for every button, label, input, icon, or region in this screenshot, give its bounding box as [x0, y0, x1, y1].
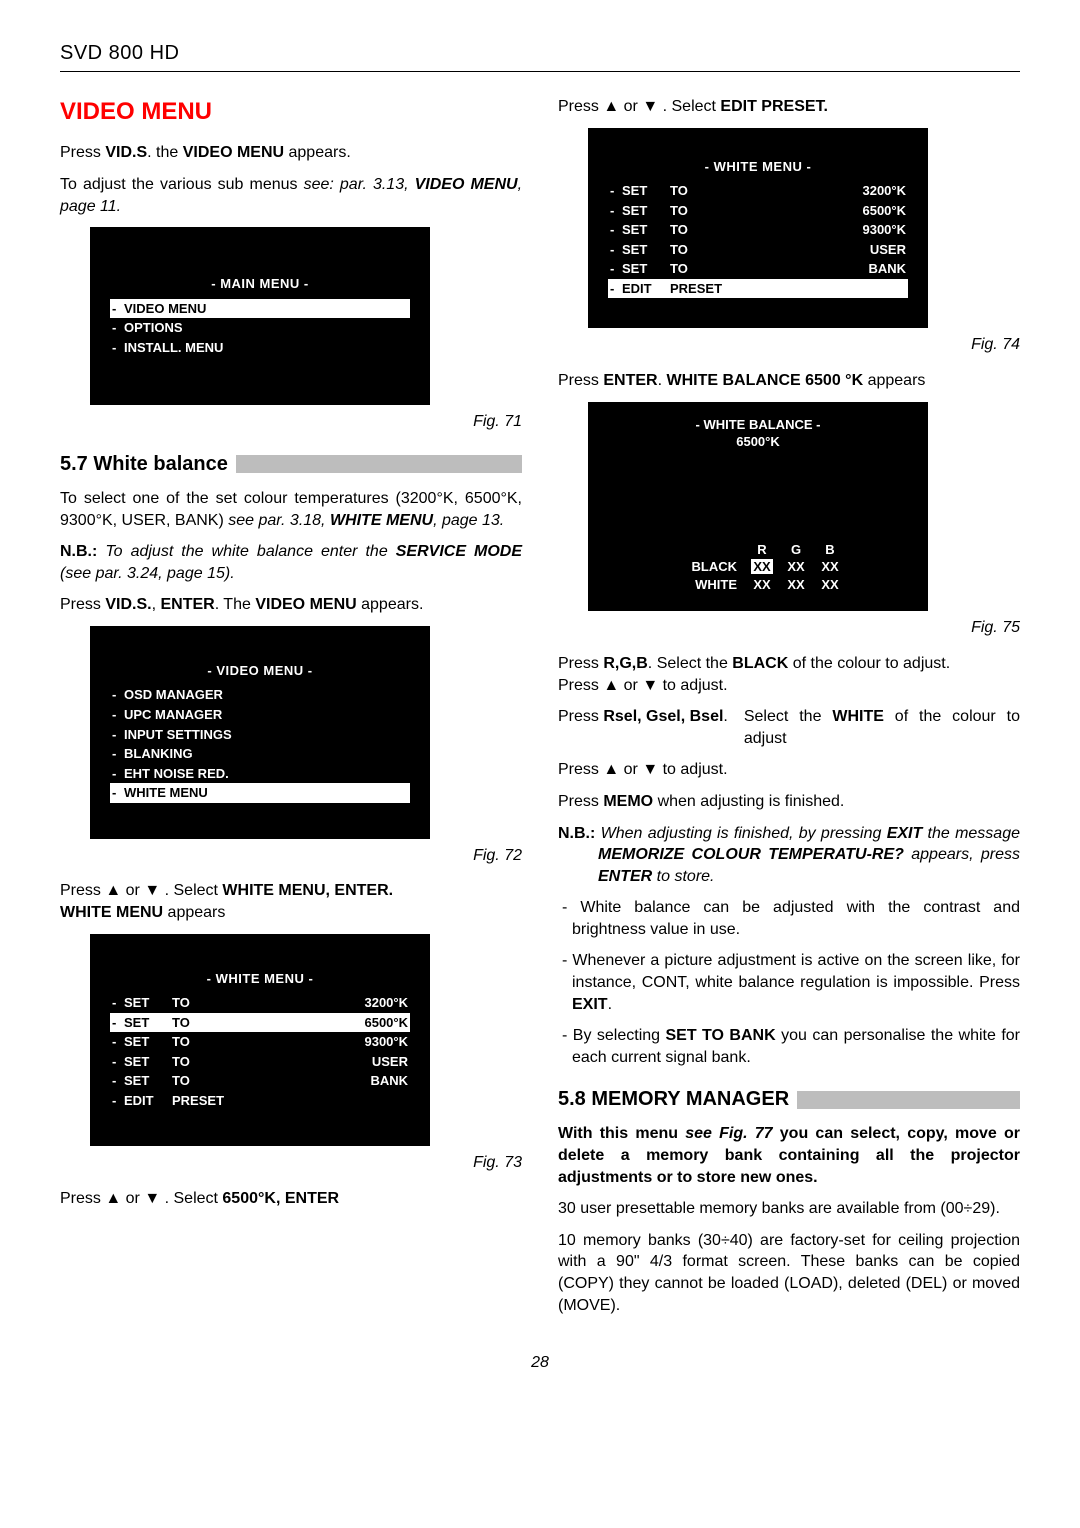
screen3-row: -EDITPRESET — [110, 1091, 410, 1111]
down-arrow-icon: ▼ — [642, 677, 658, 694]
heading-5-8: 5.8 MEMORY MANAGER — [558, 1086, 1020, 1113]
screen3-row: -SETTO3200°K — [110, 993, 410, 1013]
p-select-6500k: Press ▲ or ▼ . Select 6500°K, ENTER — [60, 1188, 522, 1210]
screen-white-balance: - WHITE BALANCE - 6500°K RGB BLACKXXXXXX… — [588, 402, 928, 612]
screen2-row: -INPUT SETTINGS — [110, 725, 410, 745]
wb-title2: 6500°K — [608, 433, 908, 451]
screen1-title: - MAIN MENU - — [110, 275, 410, 293]
wb-black-g: XX — [779, 558, 813, 576]
screen3-title: - WHITE MENU - — [110, 970, 410, 988]
wb-col-g: G — [779, 541, 813, 559]
fig-75: Fig. 75 — [558, 617, 1020, 639]
screen4-row: -SETTOUSER — [608, 240, 908, 260]
screen2-row-sel: -WHITE MENU — [110, 783, 410, 803]
heading-video-menu: VIDEO MENU — [60, 96, 522, 128]
p-select-temp: To select one of the set colour temperat… — [60, 488, 522, 531]
screen3-row-sel: -SETTO6500°K — [110, 1013, 410, 1033]
wb-col-r: R — [745, 541, 779, 559]
screen4-row: -SETTO3200°K — [608, 181, 908, 201]
wb-black-r: XX — [751, 559, 772, 574]
bullet-1: - White balance can be adjusted with the… — [558, 897, 1020, 940]
screen1-row-options: -OPTIONS — [110, 318, 410, 338]
p-press-sel: Press Rsel, Gsel, Bsel. Select the WHITE… — [558, 706, 1020, 749]
p-press-memo: Press MEMO when adjusting is finished. — [558, 791, 1020, 813]
p-press-vids-enter: Press VID.S., ENTER. The VIDEO MENU appe… — [60, 594, 522, 616]
fig-71: Fig. 71 — [60, 411, 522, 433]
screen4-row: -SETTO6500°K — [608, 201, 908, 221]
fig-74: Fig. 74 — [558, 334, 1020, 356]
up-arrow-icon: ▲ — [603, 677, 619, 694]
down-arrow-icon: ▼ — [642, 98, 658, 115]
model-header: SVD 800 HD — [60, 40, 1020, 67]
p-memory-30: 30 user presettable memory banks are ava… — [558, 1198, 1020, 1220]
screen-main-menu: - MAIN MENU - -VIDEO MENU -OPTIONS -INST… — [90, 227, 430, 405]
bullet-3: - By selecting SET TO BANK you can perso… — [558, 1025, 1020, 1068]
up-arrow-icon: ▲ — [603, 98, 619, 115]
screen3-row: -SETTOUSER — [110, 1052, 410, 1072]
heading-5-7: 5.7 White balance — [60, 451, 522, 478]
right-column: Press ▲ or ▼ . Select EDIT PRESET. - WHI… — [558, 90, 1020, 1326]
down-arrow-icon: ▼ — [642, 761, 658, 778]
wb-white-b: XX — [813, 576, 847, 594]
screen4-row-sel: -EDITPRESET — [608, 279, 908, 299]
up-arrow-icon: ▲ — [603, 761, 619, 778]
up-arrow-icon: ▲ — [105, 1190, 121, 1207]
p-memory-10: 10 memory banks (30÷40) are factory-set … — [558, 1230, 1020, 1316]
screen-white-menu: - WHITE MENU - -SETTO3200°K -SETTO6500°K… — [90, 934, 430, 1147]
wb-white-r: XX — [745, 576, 779, 594]
screen-white-menu-2: - WHITE MENU - -SETTO3200°K -SETTO6500°K… — [588, 128, 928, 329]
up-arrow-icon: ▲ — [105, 882, 121, 899]
wb-white-g: XX — [779, 576, 813, 594]
screen2-row: -BLANKING — [110, 744, 410, 764]
down-arrow-icon: ▼ — [144, 1190, 160, 1207]
screen3-row: -SETTO9300°K — [110, 1032, 410, 1052]
screen4-row: -SETTO9300°K — [608, 220, 908, 240]
screen3-row: -SETTOBANK — [110, 1071, 410, 1091]
screen-video-menu: - VIDEO MENU - -OSD MANAGER -UPC MANAGER… — [90, 626, 430, 839]
screen2-title: - VIDEO MENU - — [110, 662, 410, 680]
down-arrow-icon: ▼ — [144, 882, 160, 899]
p-nb-service: N.B.: To adjust the white balance enter … — [60, 541, 522, 584]
wb-title1: - WHITE BALANCE - — [608, 416, 908, 434]
p-memory-intro: With this menu see Fig. 77 you can selec… — [558, 1123, 1020, 1188]
p-press-adjust2: Press ▲ or ▼ to adjust. — [558, 759, 1020, 781]
wb-black-b: XX — [813, 558, 847, 576]
screen1-row-install: -INSTALL. MENU — [110, 338, 410, 358]
screen2-row: -UPC MANAGER — [110, 705, 410, 725]
bullet-2: - Whenever a picture adjustment is activ… — [558, 950, 1020, 1015]
screen2-row: -EHT NOISE RED. — [110, 764, 410, 784]
wb-white-label: WHITE — [669, 576, 745, 594]
wb-col-b: B — [813, 541, 847, 559]
page-number: 28 — [60, 1352, 1020, 1374]
left-column: VIDEO MENU Press VID.S. the VIDEO MENU a… — [60, 90, 522, 1326]
p-adjust-submenus: To adjust the various sub menus see: par… — [60, 174, 522, 217]
p-nb-exit: N.B.: When adjusting is finished, by pre… — [558, 823, 1020, 888]
p-select-edit-preset: Press ▲ or ▼ . Select EDIT PRESET. — [558, 96, 1020, 118]
screen2-row: -OSD MANAGER — [110, 685, 410, 705]
wb-black-label: BLACK — [669, 558, 745, 576]
p-press-enter-wb: Press ENTER. WHITE BALANCE 6500 °K appea… — [558, 370, 1020, 392]
screen1-row-video: -VIDEO MENU — [110, 299, 410, 319]
screen4-row: -SETTOBANK — [608, 259, 908, 279]
p-select-white-menu: Press ▲ or ▼ . Select WHITE MENU, ENTER.… — [60, 880, 522, 923]
header-rule — [60, 71, 1020, 72]
p-press-rgb: Press R,G,B. Select the BLACK of the col… — [558, 653, 1020, 696]
fig-72: Fig. 72 — [60, 845, 522, 867]
screen4-title: - WHITE MENU - — [608, 158, 908, 176]
p-press-vids: Press VID.S. the VIDEO MENU appears. — [60, 142, 522, 164]
fig-73: Fig. 73 — [60, 1152, 522, 1174]
